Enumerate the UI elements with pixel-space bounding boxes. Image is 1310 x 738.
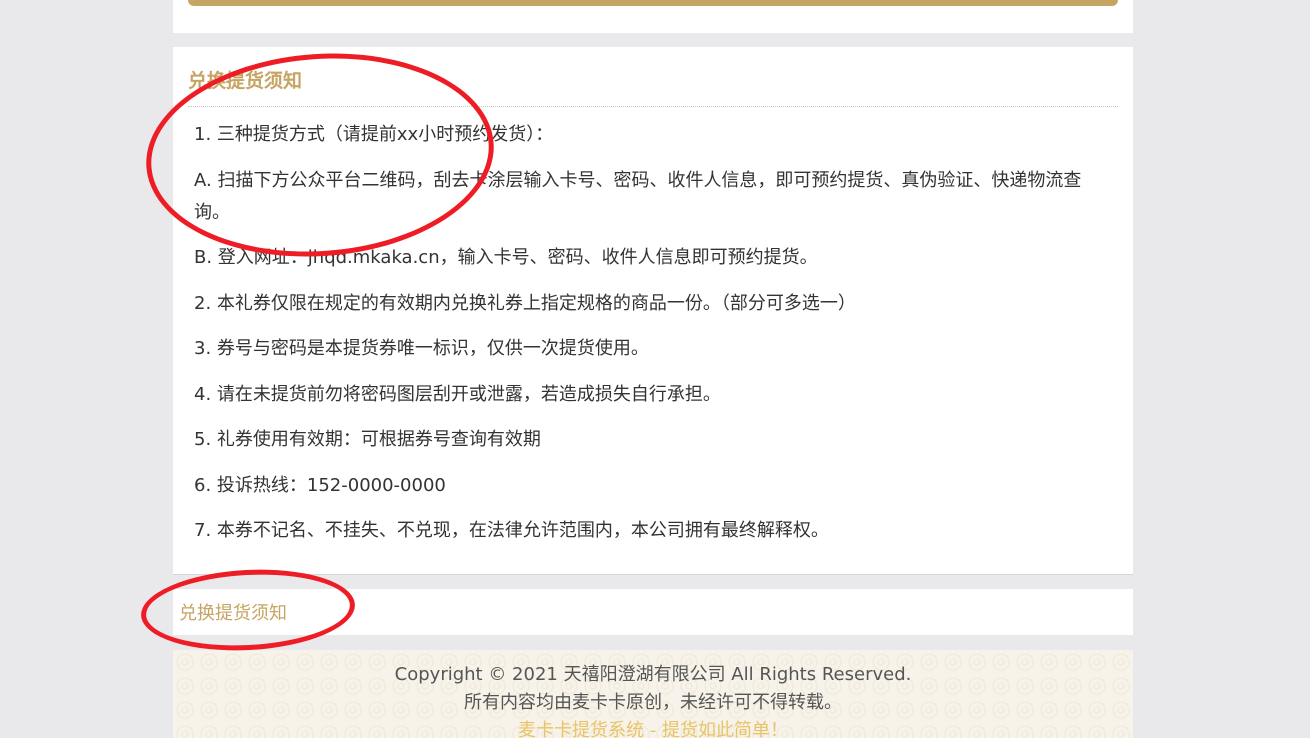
notice-item-b: B. 登入网址：jhqd.mkaka.cn，输入卡号、密码、收件人信息即可预约提… [194, 247, 818, 268]
notice-item-1: 1. 三种提货方式（请提前xx小时预约发货）： [194, 124, 554, 145]
footer-slogan-link[interactable]: 麦卡卡提货系统 - 提货如此简单！ [173, 717, 1133, 738]
notice-item-a: A. 扫描下方公众平台二维码，刮去卡涂层输入卡号、密码、收件人信息，即可预约提货… [194, 169, 1082, 223]
footer-copyright: Copyright © 2021 天禧阳澄湖有限公司 All Rights Re… [394, 664, 912, 685]
redemption-notice-card: 兑换提货须知 1. 三种提货方式（请提前xx小时预约发货）： A. 扫描下方公众… [173, 47, 1133, 575]
second-notice-tab[interactable]: 兑换提货须知 [173, 589, 1133, 635]
notice-item-3: 3. 券号与密码是本提货券唯一标识，仅供一次提货使用。 [194, 338, 649, 359]
page: 兑换提货须知 1. 三种提货方式（请提前xx小时预约发货）： A. 扫描下方公众… [0, 0, 1310, 738]
notice-item-4: 4. 请在未提货前勿将密码图层刮开或泄露，若造成损失自行承担。 [194, 383, 721, 405]
notice-item-6: 6. 投诉热线：152-0000-0000 [194, 474, 446, 496]
notice-item-2: 2. 本礼券仅限在规定的有效期内兑换礼券上指定规格的商品一份。（部分可多选一） [194, 292, 856, 314]
notice-item-7: 7. 本券不记名、不挂失、不兑现，在法律允许范围内，本公司拥有最终解释权。 [194, 520, 829, 541]
footer-notice: 所有内容均由麦卡卡原创，未经许可不得转载。 [464, 692, 842, 713]
footer: Copyright © 2021 天禧阳澄湖有限公司 All Rights Re… [173, 650, 1133, 738]
notice-item-5: 5. 礼券使用有效期：可根据券号查询有效期 [194, 429, 541, 450]
submit-button[interactable] [188, 0, 1118, 6]
notice-title: 兑换提货须知 [188, 47, 1118, 107]
redeem-form-card [173, 0, 1133, 33]
second-notice-title[interactable]: 兑换提货须知 [179, 603, 287, 624]
notice-list: 1. 三种提货方式（请提前xx小时预约发货）： A. 扫描下方公众平台二维码，刮… [188, 107, 1118, 547]
